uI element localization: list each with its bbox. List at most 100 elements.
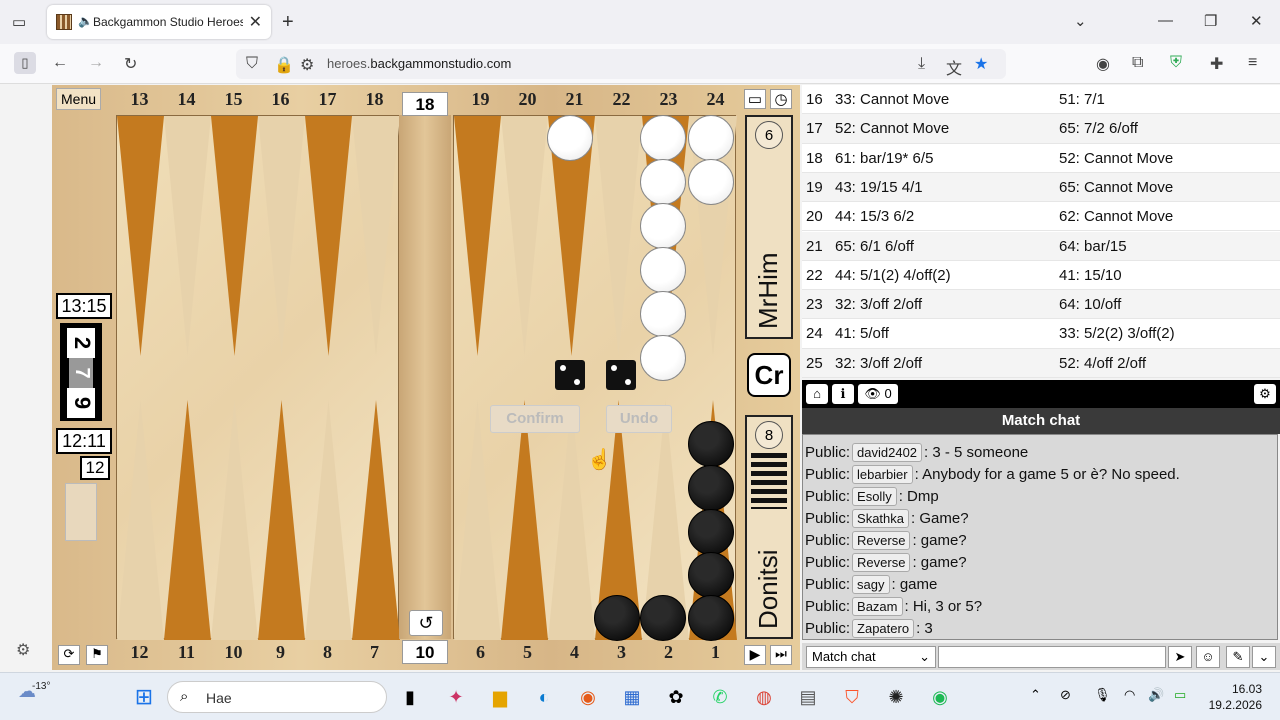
flag-icon[interactable]: ⚑ (86, 645, 108, 665)
chat-username[interactable]: Bazam (852, 597, 903, 616)
store-icon[interactable]: ▦ (618, 683, 646, 711)
settings-gear-icon[interactable]: ⚙ (16, 640, 30, 660)
tray-app-icon[interactable]: ⊘ (1060, 687, 1071, 703)
extensions-icon[interactable]: ⧉ (1132, 54, 1143, 72)
confirm-button[interactable]: Confirm (490, 405, 580, 433)
dice-cup-icon[interactable] (65, 483, 97, 541)
black-checker[interactable] (688, 465, 734, 511)
wifi-icon[interactable]: ◠ (1124, 687, 1135, 703)
forward-icon[interactable]: → (88, 54, 104, 72)
die[interactable] (555, 360, 585, 390)
chat-message-input[interactable] (938, 646, 1166, 668)
account-icon[interactable]: ◉ (1096, 54, 1110, 74)
black-checker[interactable] (688, 595, 734, 641)
pencil-icon[interactable]: ✎ (1226, 646, 1250, 668)
lock-icon[interactable]: 🔒 (274, 55, 294, 75)
chat-username[interactable]: lebarbier (852, 465, 913, 484)
doubling-cube-bottom[interactable]: 10 (402, 640, 448, 664)
system-clock[interactable]: 16.03 19.2.2026 (1209, 681, 1262, 713)
chat-username[interactable]: david2402 (852, 443, 923, 462)
copilot-icon[interactable]: ✦ (442, 683, 470, 711)
expand-icon[interactable]: ⌄ (1252, 646, 1276, 668)
chat-username[interactable]: Zapatero (852, 619, 915, 638)
black-checker[interactable] (640, 595, 686, 641)
speaker-icon[interactable]: 🔈 (78, 14, 93, 28)
undo-arrow-icon[interactable]: ↺ (409, 610, 443, 636)
home-icon[interactable]: ⌂ (806, 384, 828, 404)
die[interactable] (606, 360, 636, 390)
chat-username[interactable]: Skathka (852, 509, 910, 528)
chat-username[interactable]: Esolly (852, 487, 897, 506)
chat-username[interactable]: sagy (852, 575, 890, 594)
close-tab-icon[interactable]: ✕ (249, 12, 262, 32)
minimize-icon[interactable]: — (1158, 12, 1173, 29)
white-checker[interactable] (640, 291, 686, 337)
site-settings-icon[interactable]: ⚙ (300, 55, 314, 75)
battery-icon[interactable]: ▭ (1174, 687, 1186, 703)
microphone-icon[interactable]: 🎙 (1094, 687, 1111, 703)
chat-username[interactable]: Reverse (852, 553, 911, 572)
video-icon[interactable]: ▶ (744, 645, 766, 665)
white-checker[interactable] (640, 247, 686, 293)
whatsapp-icon[interactable]: ✆ (706, 683, 734, 711)
taskbar-search[interactable]: ⌕ Hae (167, 681, 387, 713)
menu-hamburger-icon[interactable]: ≡ (1248, 54, 1257, 72)
white-checker[interactable] (640, 115, 686, 161)
white-checker[interactable] (688, 115, 734, 161)
board-left-half[interactable] (116, 115, 400, 640)
black-checker[interactable] (688, 552, 734, 598)
clock-icon[interactable]: ◷ (770, 89, 792, 109)
reload-icon[interactable]: ↻ (124, 54, 137, 74)
bottom-bear-off-tray[interactable]: 8 Donitsi (745, 415, 793, 639)
white-checker[interactable] (547, 115, 593, 161)
white-checker[interactable] (640, 203, 686, 249)
white-checker[interactable] (640, 335, 686, 381)
new-tab-icon[interactable]: + (282, 11, 294, 34)
calculator-icon[interactable]: ▤ (794, 683, 822, 711)
white-checker[interactable] (640, 159, 686, 205)
emoji-icon[interactable]: ☺ (1196, 646, 1220, 668)
undo-button[interactable]: Undo (606, 405, 672, 433)
spectators-button[interactable]: 👁 0 (858, 384, 898, 404)
adblock-shield-icon[interactable]: ⛨ (1170, 54, 1182, 72)
spotify-icon[interactable]: ◉ (926, 683, 954, 711)
black-checker[interactable] (688, 509, 734, 555)
chrome-icon[interactable]: ◍ (750, 683, 778, 711)
black-checker[interactable] (594, 595, 640, 641)
fast-forward-icon[interactable]: ⏭ (770, 645, 792, 665)
chat-settings-gear-icon[interactable]: ⚙ (1254, 384, 1276, 404)
close-window-icon[interactable]: ✕ (1250, 12, 1263, 30)
browser-tab[interactable]: 🔈 Backgammon Studio Heroes ✕ (47, 5, 271, 39)
edge-icon[interactable]: ◐ (530, 683, 558, 711)
top-bear-off-tray[interactable]: 6 MrHim (745, 115, 793, 339)
shield-icon[interactable]: ⛉ (246, 55, 258, 73)
doubling-cube-top[interactable]: 18 (402, 92, 448, 116)
windows-start-icon[interactable]: ⊞ (130, 683, 158, 711)
black-checker[interactable] (688, 421, 734, 467)
chat-channel-select[interactable]: Match chat ⌄ (806, 646, 936, 668)
sidebar-icon[interactable]: ▯ (14, 52, 36, 74)
white-checker[interactable] (688, 159, 734, 205)
brave-icon[interactable]: ⛉ (838, 683, 866, 711)
task-view-icon[interactable]: ▮ (396, 683, 424, 711)
volume-icon[interactable]: 🔊 (1148, 687, 1164, 703)
tab-overflow-icon[interactable]: ⌄ (1074, 12, 1087, 30)
chat-username[interactable]: Reverse (852, 531, 911, 550)
address-bar[interactable]: ⛉ 🔒 ⚙ heroes.backgammonstudio.com ⤓ 文 ★ (236, 49, 1006, 79)
rotate-board-icon[interactable]: ⟳ (58, 645, 80, 665)
file-explorer-icon[interactable]: ▆ (486, 683, 514, 711)
bookmark-star-icon[interactable]: ★ (974, 54, 988, 74)
info-icon[interactable]: ℹ (832, 384, 854, 404)
tab-list-icon[interactable]: ▭ (12, 13, 26, 31)
app-icon[interactable]: ✿ (662, 683, 690, 711)
menu-button[interactable]: Menu (56, 88, 102, 110)
translate-icon[interactable]: 文 (946, 55, 962, 79)
back-icon[interactable]: ← (52, 54, 68, 72)
board-bar[interactable] (399, 115, 451, 639)
firefox-icon[interactable]: ◉ (574, 683, 602, 711)
tray-overflow-icon[interactable]: ⌃ (1030, 687, 1041, 703)
restore-icon[interactable]: ❐ (1204, 12, 1217, 30)
chatgpt-icon[interactable]: ✺ (882, 683, 910, 711)
send-icon[interactable]: ➤ (1168, 646, 1192, 668)
puzzle-icon[interactable]: ✚ (1210, 54, 1223, 74)
